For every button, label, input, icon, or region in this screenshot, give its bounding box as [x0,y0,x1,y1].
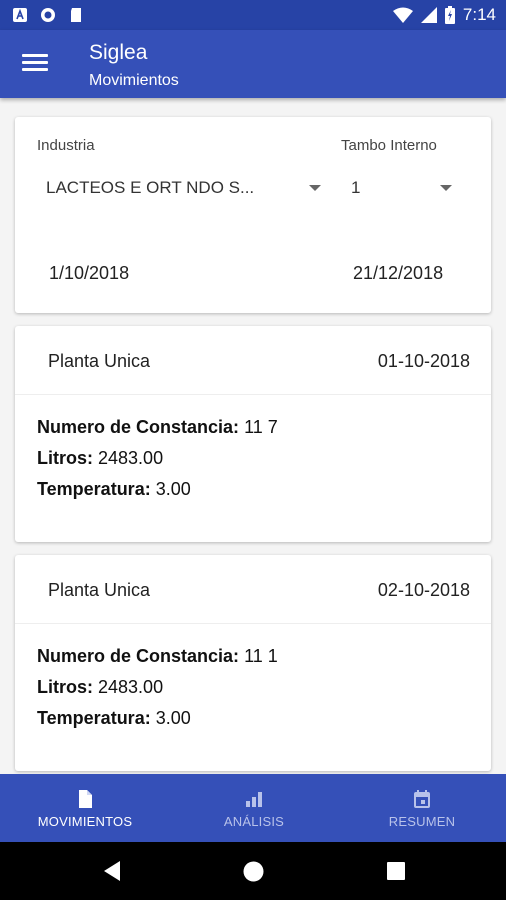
status-right: 7:14 [392,5,496,25]
constancia-label: Numero de Constancia: [37,646,240,666]
chevron-down-icon[interactable] [440,185,452,191]
nav-label: MOVIMIENTOS [37,814,133,829]
sync-icon [41,8,55,22]
home-icon[interactable] [243,861,264,882]
nav-label: RESUMEN [388,814,456,829]
back-icon[interactable] [102,860,122,882]
movimiento-card[interactable]: Planta Unica 02-10-2018 Numero de Consta… [15,555,491,771]
clock: 7:14 [462,5,496,24]
nav-resumen[interactable]: RESUMEN [338,774,506,842]
litros-line: Litros: 2483.00 [37,448,163,469]
industria-value: LACTEOS E ORT NDO S... [46,178,255,197]
movimiento-date: 01-10-2018 [377,351,470,371]
fecha-desde[interactable]: 1/10/2018 [49,263,129,284]
planta-name: Planta Unica [48,580,151,600]
nav-movimientos[interactable]: MOVIMIENTOS [0,774,170,842]
litros-label: Litros: [37,677,93,697]
temperatura-value: 3.00 [155,708,191,728]
notification-a-icon [13,8,27,22]
wifi-icon [392,7,413,23]
constancia-value: 11 1 [244,646,278,666]
status-bar: 7:14 [0,0,506,30]
temperatura-value: 3.00 [155,479,191,499]
system-nav-bar [0,842,506,900]
chevron-down-icon[interactable] [309,185,321,191]
temperatura-label: Temperatura: [37,708,151,728]
app-bar: Siglea Movimientos [0,30,506,98]
app-subtitle: Movimientos [89,72,179,89]
notification-icons [12,7,84,23]
litros-line: Litros: 2483.00 [37,677,163,698]
recents-icon[interactable] [387,862,405,880]
calendar-icon [414,790,430,808]
temperatura-line: Temperatura: 3.00 [37,708,191,729]
battery-icon [444,6,455,24]
movimiento-header: Planta Unica 02-10-2018 [15,555,491,624]
litros-value: 2483.00 [98,677,164,697]
planta-name: Planta Unica [48,351,151,371]
industria-label: Industria [37,137,95,154]
nav-analisis[interactable]: ANÁLISIS [170,774,338,842]
temperatura-label: Temperatura: [37,479,151,499]
litros-value: 2483.00 [98,448,164,468]
nav-label: ANÁLISIS [223,814,285,829]
app-title: Siglea [89,41,148,64]
filter-card: Industria Tambo Interno LACTEOS E ORT ND… [15,117,491,313]
temperatura-line: Temperatura: 3.00 [37,479,191,500]
litros-label: Litros: [37,448,93,468]
constancia-value: 11 7 [244,417,278,437]
constancia-line: Numero de Constancia: 11 7 [37,417,278,438]
movimiento-date: 02-10-2018 [377,580,470,600]
movimiento-header: Planta Unica 01-10-2018 [15,326,491,395]
bar-chart-icon [246,792,262,807]
menu-icon[interactable] [22,54,48,74]
sd-card-icon [71,8,81,22]
document-icon [79,790,92,808]
constancia-label: Numero de Constancia: [37,417,240,437]
constancia-line: Numero de Constancia: 11 1 [37,646,278,667]
tambo-label: Tambo Interno [341,137,437,154]
fecha-hasta[interactable]: 21/12/2018 [353,263,443,284]
industria-select[interactable]: LACTEOS E ORT NDO S... [46,178,326,202]
signal-icon [420,7,437,23]
tambo-value: 1 [351,178,361,197]
bottom-navigation: MOVIMIENTOS ANÁLISIS RESUMEN [0,774,506,842]
movimiento-card[interactable]: Planta Unica 01-10-2018 Numero de Consta… [15,326,491,542]
